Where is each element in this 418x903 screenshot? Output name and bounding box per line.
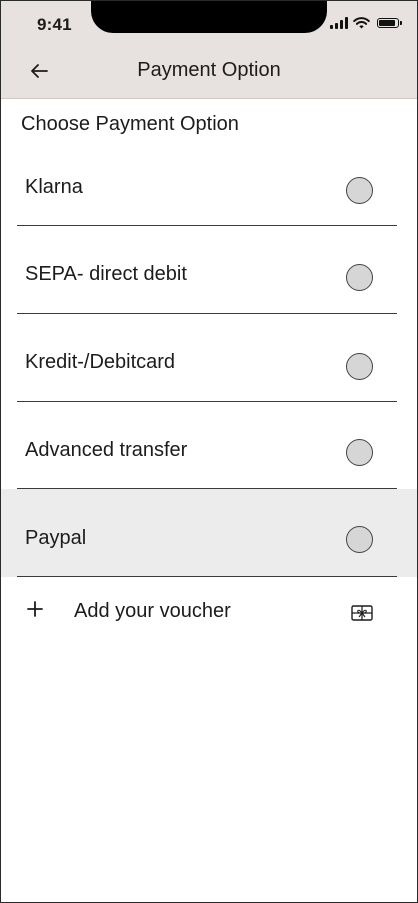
- battery-icon: [377, 18, 402, 28]
- status-time: 9:41: [37, 15, 72, 34]
- payment-option-label: Klarna: [25, 176, 83, 198]
- payment-option-label: Kredit-/Debitcard: [25, 351, 176, 373]
- payment-option-label: Advanced transfer: [25, 439, 188, 461]
- radio-button[interactable]: [346, 353, 373, 380]
- payment-option-paypal[interactable]: Paypal: [1, 489, 417, 577]
- page-title: Payment Option: [137, 59, 281, 81]
- voucher-label: Add your voucher: [74, 600, 231, 622]
- payment-option-label: SEPA- direct debit: [25, 263, 187, 285]
- section-title: Choose Payment Option: [21, 113, 239, 135]
- cellular-signal-icon: [330, 17, 348, 29]
- payment-option-advanced-transfer[interactable]: Advanced transfer: [1, 402, 417, 490]
- payment-option-sepa[interactable]: SEPA- direct debit: [1, 226, 417, 314]
- device-notch: [91, 1, 327, 33]
- payment-option-klarna[interactable]: Klarna: [1, 139, 417, 227]
- plus-icon: [27, 601, 43, 617]
- payment-option-label: Paypal: [25, 527, 87, 549]
- radio-button[interactable]: [346, 264, 373, 291]
- payment-option-card[interactable]: Kredit-/Debitcard: [1, 314, 417, 402]
- wifi-icon: [353, 17, 370, 29]
- radio-button[interactable]: [346, 526, 373, 553]
- gift-card-icon: [351, 605, 373, 621]
- radio-button[interactable]: [346, 439, 373, 466]
- phone-screen: 9:41 Payment Option Choose Payment Optio…: [0, 0, 418, 903]
- divider: [17, 576, 397, 577]
- app-header: 9:41 Payment Option: [1, 1, 417, 99]
- add-voucher-button[interactable]: Add your voucher: [1, 591, 417, 637]
- status-icons: [330, 17, 402, 29]
- radio-button[interactable]: [346, 177, 373, 204]
